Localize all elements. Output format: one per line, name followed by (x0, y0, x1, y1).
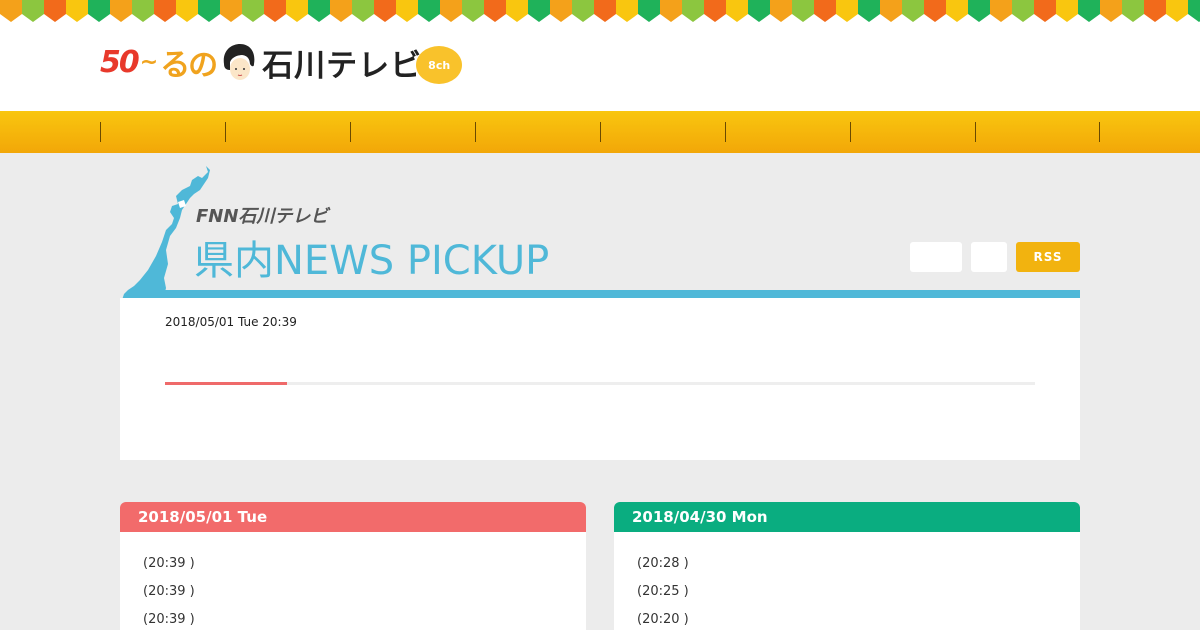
bunting-pennant (704, 0, 726, 22)
bunting-pennant (638, 0, 660, 22)
bunting-pennant (198, 0, 220, 22)
bunting-pennant (484, 0, 506, 22)
bunting-pennant (176, 0, 198, 22)
bunting-pennant (396, 0, 418, 22)
bunting-pennant (154, 0, 176, 22)
news-title: 県内NEWS PICKUP (194, 238, 550, 284)
news-timestamp: 2018/05/01 Tue 20:39 (165, 315, 297, 329)
bunting-pennant (902, 0, 924, 22)
day-card-header: 2018/05/01 Tue (120, 502, 586, 532)
news-progress-track (165, 382, 1035, 385)
nav-item-4[interactable] (475, 122, 600, 142)
list-item[interactable]: (20:39 ) (120, 608, 586, 630)
bunting-pennant (1100, 0, 1122, 22)
bunting-decoration (0, 0, 1200, 22)
bunting-pennant (990, 0, 1012, 22)
logo-runo: るの (160, 48, 218, 83)
news-option-button-2[interactable] (971, 242, 1007, 272)
list-item[interactable]: (20:39 ) (120, 552, 586, 580)
bunting-pennant (616, 0, 638, 22)
day-card: 2018/04/30 Mon (20:28 ) (20:25 ) (20:20 … (614, 502, 1080, 630)
day-card: 2018/05/01 Tue (20:39 ) (20:39 ) (20:39 … (120, 502, 586, 630)
bunting-pennant (814, 0, 836, 22)
list-item[interactable]: (20:28 ) (614, 552, 1080, 580)
logo-tilde: ~ (139, 49, 159, 75)
bunting-pennant (220, 0, 242, 22)
bunting-pennant (858, 0, 880, 22)
bunting-pennant (1188, 0, 1200, 22)
bunting-pennant (594, 0, 616, 22)
day-card-list: (20:28 ) (20:25 ) (20:20 ) (614, 532, 1080, 630)
news-option-button-1[interactable] (910, 242, 962, 272)
bunting-pennant (22, 0, 44, 22)
nav-item-8[interactable] (975, 122, 1100, 142)
nav-item-9[interactable] (1099, 122, 1100, 142)
bunting-pennant (528, 0, 550, 22)
channel-badge: 8ch (416, 46, 463, 84)
bunting-pennant (660, 0, 682, 22)
bunting-pennant (1166, 0, 1188, 22)
bunting-pennant (770, 0, 792, 22)
bunting-pennants (0, 0, 1200, 22)
news-header-rule (164, 290, 1080, 298)
bunting-pennant (440, 0, 462, 22)
bunting-pennant (264, 0, 286, 22)
bunting-pennant (44, 0, 66, 22)
bunting-pennant (308, 0, 330, 22)
list-item[interactable]: (20:20 ) (614, 608, 1080, 630)
nav-item-7[interactable] (850, 122, 975, 142)
logo-50: 50 (100, 44, 140, 80)
nav-item-6[interactable] (725, 122, 850, 142)
bunting-pennant (836, 0, 858, 22)
mascot-face-icon (223, 44, 255, 80)
bunting-pennant (0, 0, 22, 22)
news-pickup-panel: FNN石川テレビ 県内NEWS PICKUP RSS 2018/05/01 Tu… (120, 166, 1080, 460)
fnn-label: FNN石川テレビ (196, 206, 329, 227)
bunting-pennant (462, 0, 484, 22)
bunting-pennant (1144, 0, 1166, 22)
bunting-pennant (880, 0, 902, 22)
bunting-pennant (1056, 0, 1078, 22)
news-panel-header: FNN石川テレビ 県内NEWS PICKUP RSS (120, 166, 1080, 312)
bunting-pennant (792, 0, 814, 22)
bunting-pennant (924, 0, 946, 22)
bunting-pennant (968, 0, 990, 22)
bunting-pennant (1078, 0, 1100, 22)
site-header: 50 ~ るの 石川テレビ 8ch (0, 22, 1200, 111)
news-progress-fill (165, 382, 287, 385)
bunting-pennant (550, 0, 572, 22)
list-item[interactable]: (20:39 ) (120, 580, 586, 608)
bunting-pennant (682, 0, 704, 22)
bunting-pennant (374, 0, 396, 22)
bunting-pennant (132, 0, 154, 22)
bunting-pennant (110, 0, 132, 22)
nav-item-5[interactable] (600, 122, 725, 142)
day-card-header: 2018/04/30 Mon (614, 502, 1080, 532)
nav-item-1[interactable] (100, 122, 225, 142)
bunting-pennant (1012, 0, 1034, 22)
logo-name: 石川テレビ (262, 47, 423, 84)
bunting-pennant (352, 0, 374, 22)
bunting-pennant (946, 0, 968, 22)
bunting-pennant (506, 0, 528, 22)
nav-item-2[interactable] (225, 122, 350, 142)
bunting-pennant (748, 0, 770, 22)
bunting-pennant (726, 0, 748, 22)
bunting-pennant (242, 0, 264, 22)
news-body: 2018/05/01 Tue 20:39 (120, 298, 1080, 460)
bunting-pennant (286, 0, 308, 22)
bunting-pennant (1122, 0, 1144, 22)
bunting-pennant (1034, 0, 1056, 22)
main-nav (0, 111, 1200, 153)
site-logo[interactable]: 50 ~ るの 石川テレビ 8ch (100, 38, 463, 86)
list-item[interactable]: (20:25 ) (614, 580, 1080, 608)
day-card-list: (20:39 ) (20:39 ) (20:39 ) (120, 532, 586, 630)
bunting-pennant (330, 0, 352, 22)
bunting-pennant (572, 0, 594, 22)
nav-item-3[interactable] (350, 122, 475, 142)
bunting-pennant (88, 0, 110, 22)
bunting-pennant (418, 0, 440, 22)
bunting-pennant (66, 0, 88, 22)
rss-button[interactable]: RSS (1016, 242, 1080, 272)
